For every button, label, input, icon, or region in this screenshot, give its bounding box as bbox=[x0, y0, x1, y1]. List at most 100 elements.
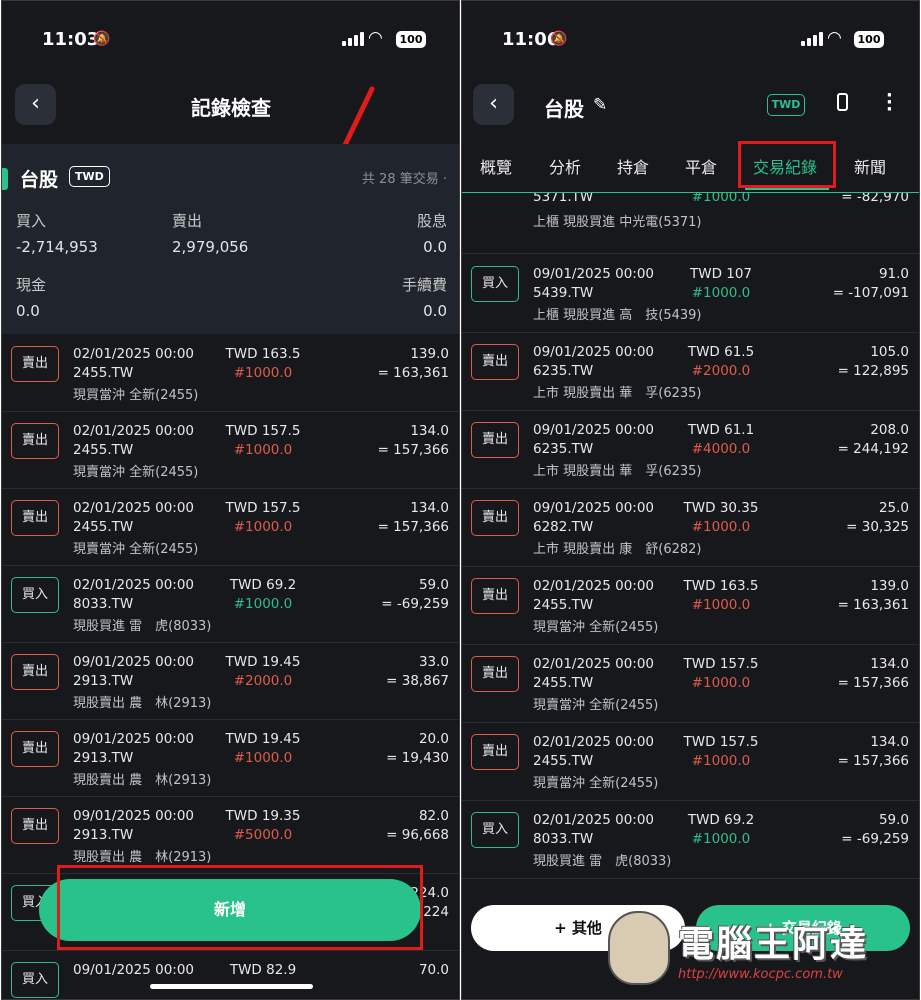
row-total: = 19,430 bbox=[386, 750, 449, 766]
row-code: 2455.TW bbox=[73, 519, 134, 535]
row-date: 02/01/2025 00:00 bbox=[533, 812, 655, 828]
row-date: 02/01/2025 00:00 bbox=[73, 577, 195, 593]
row-total: = 157,366 bbox=[377, 519, 449, 535]
table-row[interactable]: 賣出 09/01/2025 00:00 2913.TW 現股賣出 農 林(2913) T… bbox=[2, 720, 459, 797]
sell-badge: 賣出 bbox=[471, 656, 519, 692]
row-fee: 33.0 bbox=[418, 654, 449, 670]
row-fee: 134.0 bbox=[870, 656, 909, 672]
table-row[interactable]: 賣出 09/01/2025 00:00 6235.TW 上市 現股賣出 華 孚(623… bbox=[462, 333, 919, 411]
row-code: 5371.TW bbox=[533, 193, 594, 205]
sell-badge: 賣出 bbox=[11, 654, 59, 690]
row-code: 2455.TW bbox=[533, 753, 594, 769]
cash-label: 現金 bbox=[16, 276, 47, 294]
table-row[interactable]: 賣出 09/01/2025 00:00 2913.TW 現股賣出 農 林(2913) T… bbox=[2, 797, 459, 874]
row-date: 02/01/2025 00:00 bbox=[73, 423, 195, 439]
row-code: 8033.TW bbox=[73, 596, 134, 612]
row-desc: 上櫃 現股買進 中光電(5371) bbox=[533, 215, 702, 230]
row-price: TWD 163.5 bbox=[683, 578, 759, 594]
tab-transactions[interactable]: 交易紀錄 bbox=[753, 154, 817, 178]
table-row[interactable]: 買入 02/01/2025 00:00 8033.TW 現股買進 雷 虎(8033) T… bbox=[2, 566, 459, 643]
row-desc: 現賣當沖 全新(2455) bbox=[73, 465, 199, 480]
sell-badge: 賣出 bbox=[11, 808, 59, 844]
table-row[interactable]: 賣出 02/01/2025 00:00 2455.TW 現賣當沖 全新(2455) TW… bbox=[462, 723, 919, 801]
table-row[interactable]: 賣出 09/01/2025 00:00 6282.TW 上市 現股賣出 康 舒(628… bbox=[462, 489, 919, 567]
phone-icon[interactable] bbox=[837, 93, 848, 111]
table-row[interactable]: 買入 09/01/2025 00:00 5439.TW 上櫃 現股買進 高 技(543… bbox=[462, 255, 919, 333]
row-total: 224 bbox=[423, 904, 449, 920]
transaction-list: 買入 09/01/2025 00:00 5439.TW 上櫃 現股買進 高 技(543… bbox=[462, 255, 919, 879]
table-row[interactable]: 賣出 02/01/2025 00:00 2455.TW 現賣當沖 全新(2455) TW… bbox=[2, 412, 459, 489]
row-price: TWD 157.5 bbox=[225, 423, 301, 439]
row-fee: 59.0 bbox=[878, 812, 909, 828]
row-desc: 現賣當沖 全新(2455) bbox=[73, 542, 199, 557]
more-vertical-icon[interactable]: · · · bbox=[886, 87, 893, 119]
row-desc: 現股買進 雷 虎(8033) bbox=[73, 619, 212, 634]
row-total: = 122,895 bbox=[837, 363, 909, 379]
row-price: TWD 82.9 bbox=[229, 962, 297, 978]
row-qty: #1000.0 bbox=[233, 519, 293, 535]
row-fee: 70.0 bbox=[418, 962, 449, 978]
partial-row: 5371.TW #1000.0 = -82,970 上櫃 現股買進 中光電(53… bbox=[462, 193, 919, 255]
row-total: = 157,366 bbox=[837, 753, 909, 769]
tab-holdings[interactable]: 持倉 bbox=[617, 154, 649, 178]
tab-news[interactable]: 新聞 bbox=[854, 154, 886, 178]
row-qty: #4000.0 bbox=[691, 441, 751, 457]
row-desc: 現股賣出 農 林(2913) bbox=[73, 773, 212, 788]
row-price: TWD 61.5 bbox=[687, 344, 755, 360]
row-code: 6235.TW bbox=[533, 441, 594, 457]
buy-badge: 買入 bbox=[471, 812, 519, 848]
row-total: = 96,668 bbox=[386, 827, 449, 843]
add-button[interactable]: 新增 bbox=[39, 879, 421, 941]
table-row[interactable]: 賣出 02/01/2025 00:00 2455.TW 現買當沖 全新(2455) TW… bbox=[462, 567, 919, 645]
tab-analysis[interactable]: 分析 bbox=[549, 154, 581, 178]
right-screen: 11:06 🔕 ◠ 100 ‹ 台股 ✎ TWD · · · 概覽 分析 持倉 平倉… bbox=[461, 0, 920, 1000]
sell-badge: 賣出 bbox=[11, 423, 59, 459]
portfolio-summary: 台股 TWD 共 28 筆交易 · 買入 -2,714,953 賣出 2,979… bbox=[2, 144, 459, 334]
row-fee: 82.0 bbox=[418, 808, 449, 824]
row-fee: 59.0 bbox=[418, 577, 449, 593]
table-row[interactable]: 賣出 02/01/2025 00:00 2455.TW 現賣當沖 全新(2455) TW… bbox=[2, 489, 459, 566]
row-price: TWD 157.5 bbox=[225, 500, 301, 516]
portfolio-name: 台股 bbox=[20, 169, 59, 191]
table-row[interactable]: 賣出 02/01/2025 00:00 2455.TW 現買當沖 全新(2455) TW… bbox=[2, 335, 459, 412]
row-price: TWD 69.2 bbox=[687, 812, 755, 828]
active-tab-underline bbox=[745, 187, 829, 190]
row-total: = 30,325 bbox=[846, 519, 909, 535]
table-row[interactable]: 賣出 09/01/2025 00:00 2913.TW 現股賣出 農 林(2913) T… bbox=[2, 643, 459, 720]
watermark: 電腦王阿達 http://www.kocpc.com.tw bbox=[600, 905, 915, 995]
row-qty: #1000.0 bbox=[691, 285, 751, 301]
row-qty: #1000.0 bbox=[691, 675, 751, 691]
row-qty: #1000.0 bbox=[691, 753, 751, 769]
row-date: 09/01/2025 00:00 bbox=[533, 422, 655, 438]
row-fee: 25.0 bbox=[878, 500, 909, 516]
summary-accent-bar bbox=[2, 168, 8, 190]
mute-bell-icon: 🔕 bbox=[550, 31, 568, 47]
row-total: = -69,259 bbox=[381, 596, 449, 612]
fee-value: 0.0 bbox=[423, 302, 447, 320]
row-qty: #1000.0 bbox=[233, 596, 293, 612]
row-code: 2913.TW bbox=[73, 750, 134, 766]
sell-badge: 賣出 bbox=[471, 422, 519, 458]
signal-icon bbox=[801, 32, 823, 46]
currency-chip[interactable]: TWD bbox=[767, 94, 805, 116]
row-code: 6282.TW bbox=[533, 519, 594, 535]
table-row[interactable]: 賣出 02/01/2025 00:00 2455.TW 現賣當沖 全新(2455) TW… bbox=[462, 645, 919, 723]
table-row[interactable]: 賣出 09/01/2025 00:00 6235.TW 上市 現股賣出 華 孚(623… bbox=[462, 411, 919, 489]
row-price: TWD 61.1 bbox=[687, 422, 755, 438]
row-date: 09/01/2025 00:00 bbox=[73, 962, 195, 978]
mute-bell-icon: 🔕 bbox=[93, 31, 111, 47]
row-price: TWD 19.45 bbox=[225, 731, 301, 747]
back-button[interactable]: ‹ bbox=[473, 84, 514, 125]
table-row[interactable]: 買入 02/01/2025 00:00 8033.TW 現股買進 雷 虎(8033) T… bbox=[462, 801, 919, 879]
cash-value: 0.0 bbox=[16, 302, 40, 320]
row-date: 02/01/2025 00:00 bbox=[533, 734, 655, 750]
tab-overview[interactable]: 概覽 bbox=[480, 154, 512, 178]
edit-pencil-icon[interactable]: ✎ bbox=[593, 95, 607, 115]
dividend-value: 0.0 bbox=[423, 238, 447, 256]
table-row[interactable]: 買入 09/01/2025 00:00 TWD 82.9 70.0 bbox=[2, 951, 459, 999]
row-price: TWD 157.5 bbox=[683, 656, 759, 672]
row-total: = 163,361 bbox=[377, 365, 449, 381]
back-button[interactable]: ‹ bbox=[15, 84, 56, 125]
tab-closed[interactable]: 平倉 bbox=[685, 154, 717, 178]
row-fee: 208.0 bbox=[870, 422, 909, 438]
